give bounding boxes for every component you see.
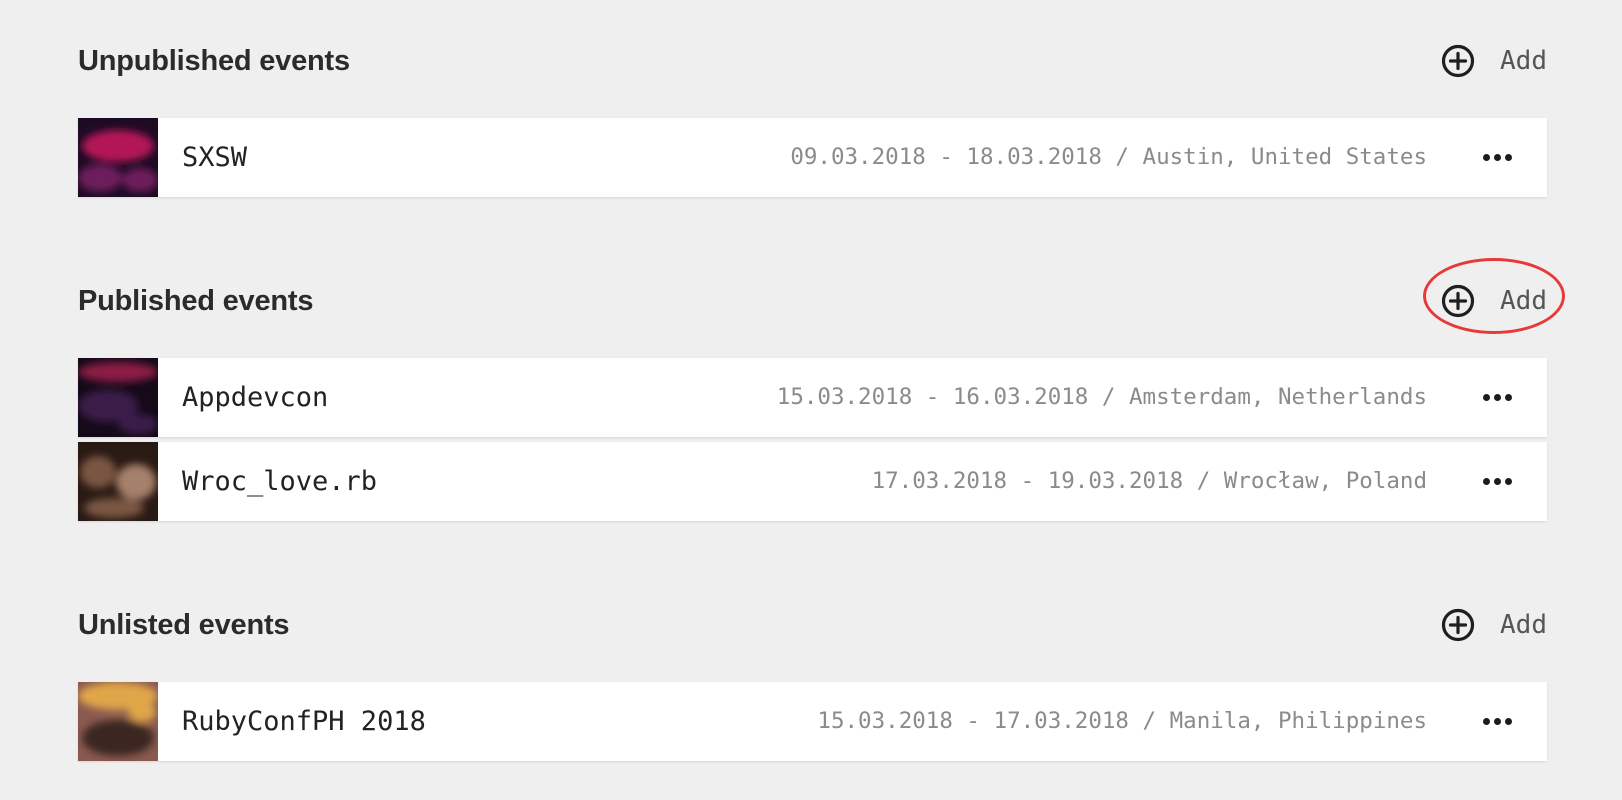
menu-dot bbox=[1504, 394, 1512, 401]
more-options-button[interactable] bbox=[1477, 682, 1517, 761]
event-name: Appdevcon bbox=[182, 382, 329, 413]
add-label: Add bbox=[1500, 286, 1547, 316]
add-event-button-unpublished[interactable]: Add bbox=[1441, 39, 1547, 83]
event-name: RubyConfPH 2018 bbox=[182, 706, 426, 737]
menu-dot bbox=[1493, 154, 1501, 161]
plus-circle-icon bbox=[1441, 284, 1475, 318]
event-dates-location: 15.03.2018 - 17.03.2018 / Manila, Philip… bbox=[817, 708, 1427, 734]
menu-dot bbox=[1504, 154, 1512, 161]
add-event-button-published[interactable]: Add bbox=[1441, 279, 1547, 323]
more-options-button[interactable] bbox=[1477, 358, 1517, 437]
event-thumbnail bbox=[78, 358, 158, 437]
more-horizontal-icon bbox=[1482, 154, 1490, 161]
menu-dot bbox=[1504, 718, 1512, 725]
section-title: Unpublished events bbox=[78, 45, 350, 77]
section-title: Published events bbox=[78, 285, 314, 317]
event-row[interactable]: Wroc_love.rb 17.03.2018 - 19.03.2018 / W… bbox=[78, 442, 1547, 521]
event-row[interactable]: SXSW 09.03.2018 - 18.03.2018 / Austin, U… bbox=[78, 118, 1547, 197]
plus-circle-icon bbox=[1441, 44, 1475, 78]
add-event-button-unlisted[interactable]: Add bbox=[1441, 603, 1547, 647]
event-row[interactable]: RubyConfPH 2018 15.03.2018 - 17.03.2018 … bbox=[78, 682, 1547, 761]
menu-dot bbox=[1493, 478, 1501, 485]
event-row[interactable]: Appdevcon 15.03.2018 - 16.03.2018 / Amst… bbox=[78, 358, 1547, 437]
more-horizontal-icon bbox=[1482, 478, 1490, 485]
section-header-unpublished: Unpublished events Add bbox=[78, 39, 1547, 83]
plus-circle-icon bbox=[1441, 608, 1475, 642]
event-thumbnail bbox=[78, 442, 158, 521]
menu-dot bbox=[1493, 718, 1501, 725]
event-dates-location: 09.03.2018 - 18.03.2018 / Austin, United… bbox=[790, 144, 1427, 170]
add-label: Add bbox=[1500, 610, 1547, 640]
event-dates-location: 17.03.2018 - 19.03.2018 / Wrocław, Polan… bbox=[871, 468, 1427, 494]
section-header-unlisted: Unlisted events Add bbox=[78, 603, 1547, 647]
more-options-button[interactable] bbox=[1477, 442, 1517, 521]
more-horizontal-icon bbox=[1482, 394, 1490, 401]
section-title: Unlisted events bbox=[78, 609, 290, 641]
more-options-button[interactable] bbox=[1477, 118, 1517, 197]
event-name: Wroc_love.rb bbox=[182, 466, 378, 497]
menu-dot bbox=[1504, 478, 1512, 485]
event-name: SXSW bbox=[182, 142, 248, 173]
event-thumbnail bbox=[78, 682, 158, 761]
menu-dot bbox=[1493, 394, 1501, 401]
more-horizontal-icon bbox=[1482, 718, 1490, 725]
event-thumbnail bbox=[78, 118, 158, 197]
event-dates-location: 15.03.2018 - 16.03.2018 / Amsterdam, Net… bbox=[776, 384, 1427, 410]
section-header-published: Published events Add bbox=[78, 279, 1547, 323]
add-label: Add bbox=[1500, 46, 1547, 76]
